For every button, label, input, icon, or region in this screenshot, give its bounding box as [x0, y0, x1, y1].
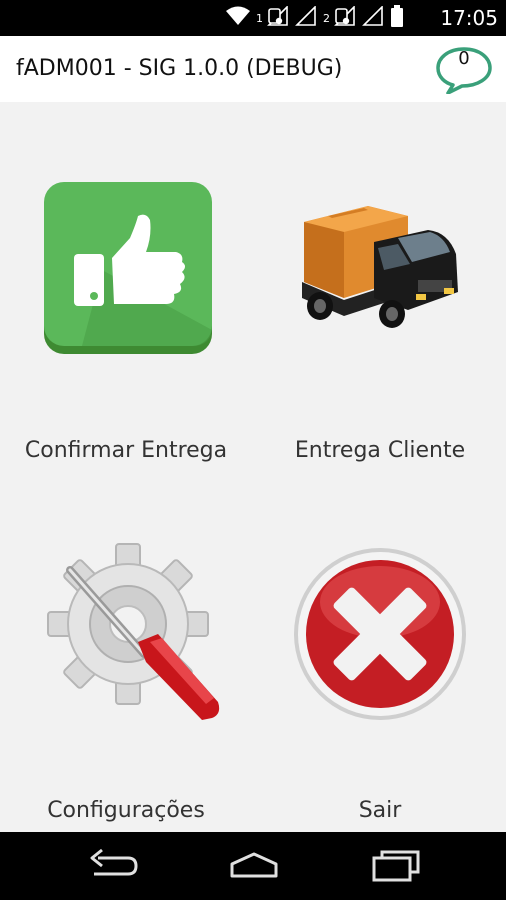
battery-icon — [390, 5, 404, 31]
recent-apps-button[interactable] — [368, 846, 424, 886]
menu-item-sair[interactable]: Sair — [260, 542, 500, 842]
status-icons: 1 2 — [226, 5, 404, 31]
back-icon — [90, 848, 138, 876]
menu-item-label: Entrega Cliente — [294, 438, 466, 463]
clock: 17:05 — [440, 6, 498, 30]
wifi-icon — [226, 6, 250, 30]
menu-item-label: Configurações — [47, 798, 205, 823]
sim1-label: 1 — [256, 11, 263, 25]
empty-signal-icon — [362, 5, 384, 30]
sim1-signal-icon — [267, 5, 289, 30]
notification-bubble[interactable]: 0 — [434, 46, 494, 94]
thumbs-up-icon — [42, 180, 214, 360]
recent-apps-icon — [372, 850, 420, 882]
exit-icon — [292, 546, 468, 726]
menu-item-configuracoes[interactable]: Configurações — [6, 542, 246, 842]
status-bar: 1 2 17:05 — [0, 0, 506, 36]
app-bar: fADM001 - SIG 1.0.0 (DEBUG) 0 — [0, 36, 506, 102]
delivery-truck-icon — [298, 202, 464, 346]
settings-gear-icon — [46, 542, 222, 736]
menu-item-confirmar-entrega[interactable]: Confirmar Entrega — [6, 162, 246, 482]
app-title: fADM001 - SIG 1.0.0 (DEBUG) — [16, 56, 343, 81]
menu-item-entrega-cliente[interactable]: Entrega Cliente — [260, 162, 500, 482]
notification-count: 0 — [458, 48, 470, 69]
sim2-label: 2 — [323, 11, 330, 25]
home-icon — [230, 852, 278, 878]
main-menu: Confirmar Entrega Entrega Cliente Config… — [0, 102, 506, 832]
navigation-bar — [0, 832, 506, 900]
menu-item-label: Sair — [358, 798, 402, 823]
back-button[interactable] — [84, 846, 140, 886]
empty-signal-icon — [295, 5, 317, 30]
home-button[interactable] — [226, 846, 282, 886]
sim2-signal-icon — [334, 5, 356, 30]
menu-item-label: Confirmar Entrega — [24, 438, 228, 463]
